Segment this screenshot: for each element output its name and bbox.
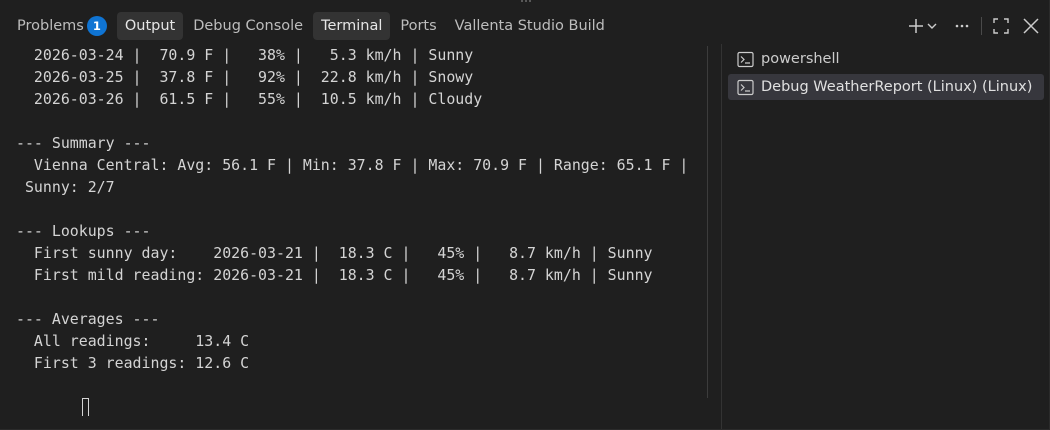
tab-label: Terminal xyxy=(321,18,383,34)
terminal-instances-list: powershell Debug WeatherReport (Linux) (… xyxy=(728,46,1044,102)
problems-count-badge: 1 xyxy=(86,16,107,36)
terminal-tabs-splitter[interactable] xyxy=(721,44,722,430)
terminal-icon xyxy=(737,79,754,95)
close-panel-button[interactable] xyxy=(1018,13,1044,39)
tab-label: Debug Console xyxy=(193,18,304,34)
terminal-icon xyxy=(737,51,754,67)
tab-terminal[interactable]: Terminal xyxy=(313,12,391,40)
tab-problems[interactable]: Problems 1 xyxy=(9,12,115,40)
terminal-line: First 3 readings: 12.6 C xyxy=(16,354,250,372)
terminal-line: First mild reading: 2026-03-21 | 18.3 C … xyxy=(16,266,653,284)
terminal-line: All readings: 13.4 C xyxy=(16,332,250,350)
terminal-line: --- Lookups --- xyxy=(16,222,151,240)
tab-label: Output xyxy=(124,18,176,34)
maximize-panel-icon xyxy=(993,18,1009,34)
tab-output[interactable]: Output xyxy=(116,12,184,40)
more-actions-icon xyxy=(955,24,969,28)
chevron-down-icon xyxy=(927,23,937,29)
terminal-line: --- Averages --- xyxy=(16,310,160,328)
terminal-output[interactable]: 2026-03-24 | 70.9 F | 38% | 5.3 km/h | S… xyxy=(16,44,696,416)
terminal-profile-dropdown[interactable] xyxy=(925,13,939,39)
tab-label: Ports xyxy=(400,18,437,34)
bottom-panel: Problems 1 Output Debug Console Terminal… xyxy=(0,0,1050,430)
terminal-instance-debug-weatherreport[interactable]: Debug WeatherReport (Linux) (Linux) xyxy=(728,74,1044,100)
tab-debug-console[interactable]: Debug Console xyxy=(185,12,311,40)
terminal-line: 2026-03-25 | 37.8 F | 92% | 22.8 km/h | … xyxy=(16,68,474,86)
terminal-instance-label: Debug WeatherReport (Linux) (Linux) xyxy=(761,79,1033,95)
terminal-line: 2026-03-24 | 70.9 F | 38% | 5.3 km/h | S… xyxy=(16,46,474,64)
tab-ports[interactable]: Ports xyxy=(392,12,444,40)
terminal-instance-powershell[interactable]: powershell xyxy=(728,46,1044,72)
terminal-cursor xyxy=(81,398,89,416)
terminal-line: Sunny: 2/7 xyxy=(16,178,115,196)
terminal-line: 2026-03-26 | 61.5 F | 55% | 10.5 km/h | … xyxy=(16,90,483,108)
panel-resize-sash[interactable] xyxy=(519,0,533,4)
action-divider xyxy=(981,17,982,35)
more-actions-button[interactable] xyxy=(949,13,975,39)
new-terminal-icon xyxy=(909,19,923,33)
panel-actions xyxy=(907,10,1044,42)
maximize-panel-button[interactable] xyxy=(988,13,1014,39)
panel-tab-bar: Problems 1 Output Debug Console Terminal… xyxy=(0,10,1050,42)
terminal-instance-label: powershell xyxy=(761,51,840,67)
terminal-line: First sunny day: 2026-03-21 | 18.3 C | 4… xyxy=(16,244,653,262)
tab-label: Problems xyxy=(17,18,84,34)
terminal-scrollbar[interactable] xyxy=(707,46,708,398)
terminal-line: --- Summary --- xyxy=(16,134,151,152)
tab-label: Vallenta Studio Build xyxy=(454,18,605,34)
new-terminal-button[interactable] xyxy=(907,13,925,39)
tab-vallenta-studio-build[interactable]: Vallenta Studio Build xyxy=(447,12,613,40)
terminal-prompt-line xyxy=(16,374,696,416)
close-icon xyxy=(1023,18,1039,34)
terminal-line: Vienna Central: Avg: 56.1 F | Min: 37.8 … xyxy=(16,156,689,174)
